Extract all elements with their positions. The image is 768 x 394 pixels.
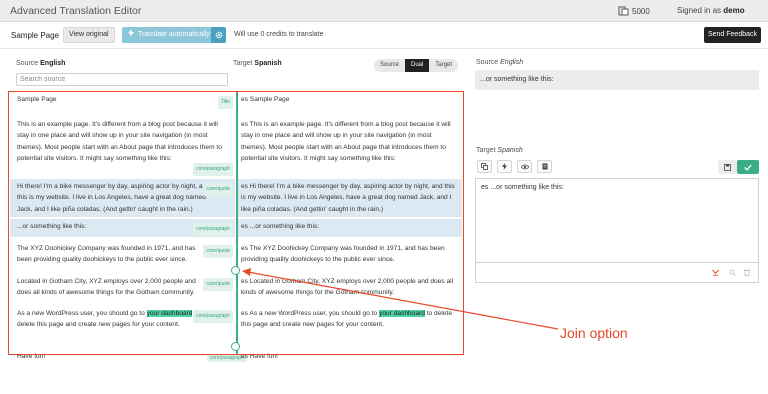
annotation-arrow	[242, 268, 559, 330]
annotation-label: Join option	[560, 325, 628, 341]
